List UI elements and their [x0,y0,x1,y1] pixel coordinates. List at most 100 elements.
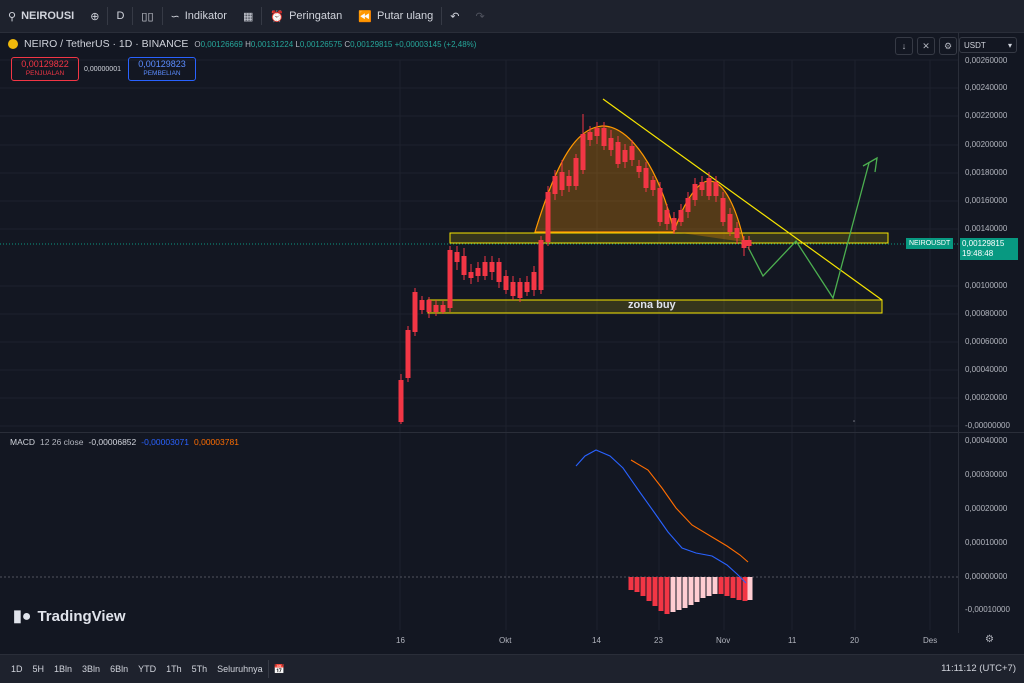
macd-name[interactable]: MACD [10,437,35,447]
symbol-search[interactable]: ⚲ NEIROUSI [0,0,82,32]
range-5y[interactable]: 5Th [187,664,213,674]
range-1y[interactable]: 1Th [161,664,187,674]
sell-button[interactable]: 0,00129822 PENJUALAN [11,57,79,81]
candle [461,256,467,275]
bottom-toolbar: 1D 5H 1Bln 3Bln 6Bln YTD 1Th 5Th Seluruh… [0,654,1024,683]
grid-icon: ▦ [242,10,254,23]
price-axis[interactable]: 0,00260000 0,00240000 0,00220000 0,00200… [958,33,1024,633]
time-tick: Nov [716,636,731,645]
templates-button[interactable]: ▦ [235,0,261,32]
pane-separator [0,432,1024,433]
range-5d[interactable]: 5H [28,664,50,674]
buy-zone-label[interactable]: zona buy [628,299,676,311]
buy-button[interactable]: 0,00129823 PEMBELIAN [128,57,196,81]
main-chart[interactable] [0,33,958,633]
candle [594,128,600,136]
maximize-button[interactable]: ✕ [917,37,935,55]
signal-line-value: 0,00003781 [194,437,239,447]
resistance-zone[interactable] [449,232,889,244]
price-tick: 0,00140000 [965,224,1008,233]
alarm-icon: ⏰ [270,10,285,23]
macd-tick: 0,00040000 [965,436,1008,445]
goto-date-button[interactable]: 📅 [269,664,290,675]
brand-name: TradingView [37,607,126,625]
range-3m[interactable]: 3Bln [77,664,105,674]
candle [412,292,418,332]
candle [419,300,425,310]
macd-bar [634,577,640,592]
candle [734,228,740,238]
macd-bar [682,577,688,608]
candles [398,114,752,424]
macd-bar [652,577,658,606]
settings-icon[interactable]: ⚙ [985,634,994,645]
current-price-tag: 0,00129815 19:48:48 [960,238,1018,260]
interval-button[interactable]: D [108,0,132,32]
candle [636,166,642,172]
candle [650,180,656,190]
range-all[interactable]: Seluruhnya [212,664,268,674]
macd-bar [670,577,676,612]
alerts-button[interactable]: ⏰ Peringatan [262,0,350,32]
arrow-down-icon: ↓ [901,41,907,51]
candle [601,128,607,146]
candle [664,210,670,224]
replay-label: Putar ulang [376,10,434,22]
macd-bar [736,577,742,600]
time-axis[interactable]: 16 Okt 14 23 Nov 11 20 Des ⚙ [0,633,1024,652]
macd-bar [676,577,682,610]
close-icon: ✕ [922,40,930,51]
candle [559,172,565,190]
candles-icon: ▯▯ [141,10,154,23]
clock[interactable]: 11:11:12 (UTC+7) [941,663,1016,674]
price-tick: 0,00040000 [965,365,1008,374]
current-price: 0,00129815 [962,239,1005,248]
plus-circle-icon: ⊕ [90,10,100,23]
range-1d[interactable]: 1D [6,664,28,674]
range-1m[interactable]: 1Bln [49,664,77,674]
chart-dot [853,420,855,422]
grid [0,59,958,630]
candle [657,188,663,222]
candle [489,262,495,272]
spread-value: 0,00000001 [84,66,121,73]
macd-params: 12 26 close [40,437,84,447]
collapse-button[interactable]: ↓ [895,37,913,55]
range-6m[interactable]: 6Bln [105,664,133,674]
range-ytd[interactable]: YTD [133,664,161,674]
close-value: 0,00129815 [350,39,393,49]
candle [713,182,719,196]
calendar-icon: 📅 [273,663,285,674]
time-tick: 23 [654,636,663,645]
tv-logo-icon: ▮● [13,608,32,625]
signal-line[interactable] [630,459,749,563]
chart-type-button[interactable]: ▯▯ [133,0,161,32]
sell-label: PENJUALAN [25,70,65,77]
macd-line[interactable] [575,449,747,584]
candle [440,305,446,312]
candle [566,176,572,186]
legend-title[interactable]: NEIRO / TetherUS · 1D · BINANCE [24,38,188,50]
compare-button[interactable]: ⊕ [82,0,107,32]
macd-bar [730,577,736,598]
candle [685,198,691,212]
symbol-label: NEIROUSI [21,10,75,22]
macd-tick: 0,00020000 [965,504,1008,513]
replay-button[interactable]: ⏪ Putar ulang [350,0,441,32]
indicators-button[interactable]: ∽ Indikator [163,0,235,32]
candle [622,150,628,162]
settings-button[interactable]: ⚙ [939,37,957,55]
macd-legend: MACD 12 26 close -0,00006852 -0,00003071… [10,437,239,447]
candle [643,168,649,188]
macd-tick: 0,00010000 [965,538,1008,547]
macd-bar [747,577,753,600]
candle [608,138,614,150]
candle [510,282,516,296]
time-tick: Okt [499,636,512,645]
price-tick: 0,00180000 [965,168,1008,177]
undo-button[interactable]: ↶ [442,0,467,32]
redo-button[interactable]: ↷ [467,0,492,32]
tradingview-logo[interactable]: ▮● TradingView [13,606,126,626]
candle [545,192,551,242]
macd-bar [694,577,700,602]
